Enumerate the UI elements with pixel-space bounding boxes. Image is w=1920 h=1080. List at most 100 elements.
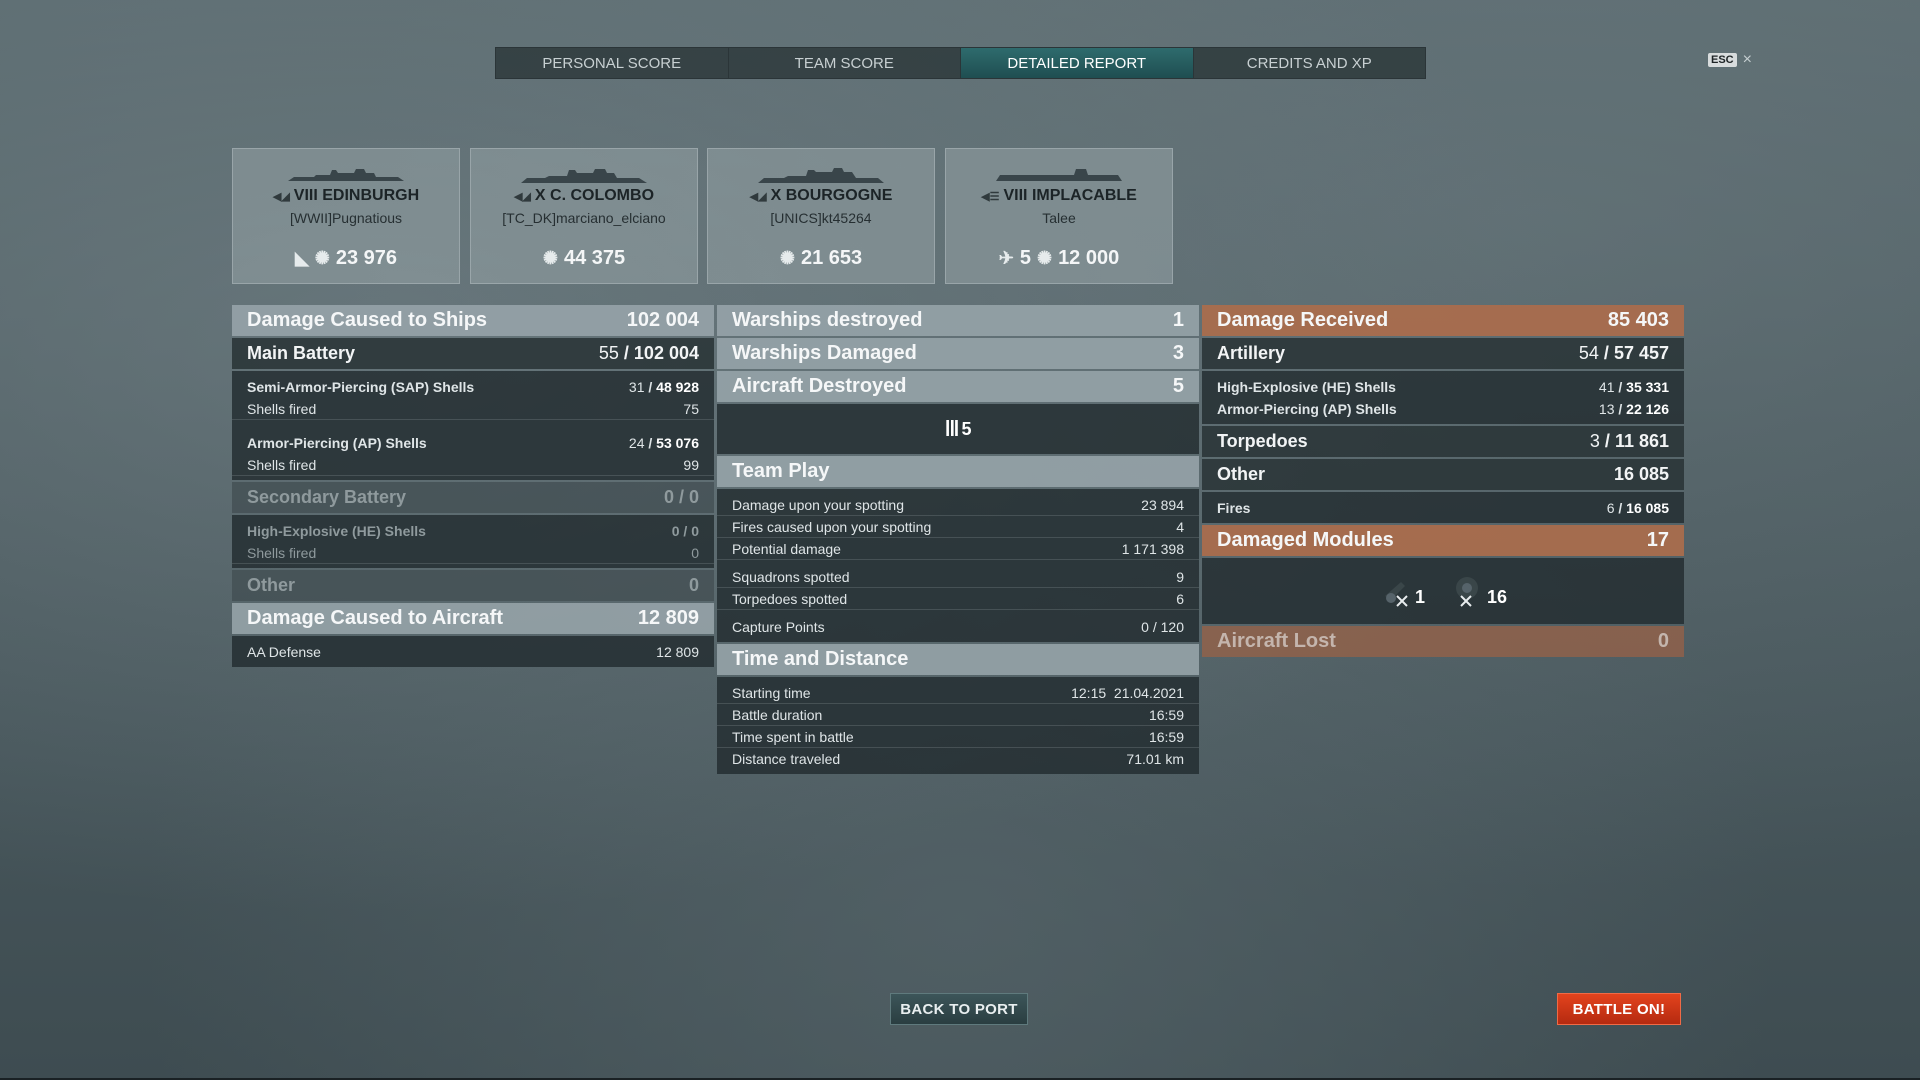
row-value: 6 / 16 085 — [1606, 500, 1669, 516]
battleship-silhouette-icon — [758, 168, 884, 183]
row-label: Fires caused upon your spotting — [732, 518, 932, 535]
row-value: 1 — [1172, 309, 1184, 331]
team-play-header: Team Play — [717, 456, 1199, 487]
gun-module-item: 1 — [1379, 574, 1425, 608]
close-button[interactable]: ESC × — [1708, 51, 1752, 69]
he-shells-row: High-Explosive (HE) Shells 0 / 0 — [232, 520, 714, 542]
row-value: 54 / 57 457 — [1578, 343, 1669, 363]
torpedoes-received-row: Torpedoes 3 / 11 861 — [1202, 426, 1684, 457]
torpedoes-spotted-row: Torpedoes spotted 6 — [717, 588, 1199, 610]
row-label: Squadrons spotted — [732, 568, 850, 585]
section-label: Damaged Modules — [1217, 529, 1394, 551]
section-value: 85 403 — [1607, 309, 1669, 331]
damage-value: 23 976 — [335, 247, 398, 269]
torpedo-hit-icon: ◣ — [294, 248, 309, 268]
row-value: 4 — [1176, 518, 1184, 535]
back-to-port-button[interactable]: BACK TO PORT — [890, 993, 1028, 1025]
damage-received-header: Damage Received 85 403 — [1202, 305, 1684, 336]
row-label: Starting time — [732, 684, 811, 701]
fires-row: Fires 6 / 16 085 — [1202, 497, 1684, 519]
row-label: Torpedoes spotted — [732, 590, 848, 607]
spotting-fires-row: Fires caused upon your spotting 4 — [717, 516, 1199, 538]
row-value: 6 — [1176, 590, 1184, 607]
row-label: High-Explosive (HE) Shells — [247, 523, 426, 539]
ship-title: IMPLACABLE — [1031, 187, 1137, 204]
other-damage-row: Other 0 — [232, 570, 714, 601]
tab-team-score[interactable]: TEAM SCORE — [729, 48, 961, 78]
row-value: 3 / 11 861 — [1589, 431, 1669, 451]
time-distance-group: Starting time 12:15 21.04.2021 Battle dur… — [717, 677, 1199, 774]
row-label: Semi-Armor-Piercing (SAP) Shells — [247, 379, 475, 395]
esc-key-icon: ESC — [1708, 53, 1737, 67]
row-label: Shells fired — [247, 544, 317, 561]
battle-on-button[interactable]: BATTLE ON! — [1557, 993, 1681, 1025]
tab-personal-score[interactable]: PERSONAL SCORE — [496, 48, 729, 78]
module-count: 1 — [1414, 587, 1425, 607]
battleship-silhouette-icon — [521, 169, 647, 183]
section-value: 102 004 — [626, 309, 699, 331]
ship-tier: X — [534, 187, 546, 204]
ship-card-bourgogne[interactable]: ◀◢ X BOURGOGNE [UNICS]kt45264 ✺ 21 653 — [707, 148, 935, 284]
row-label: Artillery — [1217, 343, 1286, 363]
row-value: 0 — [688, 575, 699, 595]
ship-name: ◀◢ X BOURGOGNE — [708, 187, 934, 205]
row-label: Fires — [1217, 500, 1251, 516]
artillery-row: Artillery 54 / 57 457 — [1202, 338, 1684, 369]
tab-detailed-report[interactable]: DETAILED REPORT — [961, 48, 1194, 78]
ship-card-implacable[interactable]: ◀☰ VIII IMPLACABLE Talee ✈ 5 ✺ 12 000 — [945, 148, 1173, 284]
damaged-modules-detail: 1 16 — [1202, 558, 1684, 624]
row-label: Armor-Piercing (AP) Shells — [247, 435, 427, 451]
ap-shells-received-row: Armor-Piercing (AP) Shells 13 / 22 126 — [1202, 398, 1684, 420]
distance-traveled-row: Distance traveled 71.01 km — [717, 748, 1199, 770]
row-value: 12:15 21.04.2021 — [1071, 684, 1184, 701]
player-name: [TC_DK]marciano_elciano — [502, 210, 666, 226]
damage-burst-icon: ✺ — [779, 248, 795, 268]
sap-shells-group: Semi-Armor-Piercing (SAP) Shells 31 / 48… — [232, 371, 714, 480]
he-shells-fired-row: Shells fired 0 — [232, 542, 714, 564]
row-value: 75 — [683, 400, 699, 417]
sap-shells-fired-row: Shells fired 75 — [232, 398, 714, 420]
ship-name: ◀◢ X C. COLOMBO — [471, 187, 697, 205]
module-count: 16 — [1486, 587, 1508, 607]
ship-stats: ◣ ✺ 23 976 — [233, 247, 459, 270]
row-value: 0 / 0 — [671, 523, 699, 539]
other-received-row: Other 16 085 — [1202, 459, 1684, 490]
damage-burst-icon: ✺ — [314, 248, 330, 268]
damage-burst-icon: ✺ — [1036, 248, 1053, 268]
section-value: 17 — [1646, 529, 1669, 551]
artillery-shells-group: High-Explosive (HE) Shells 41 / 35 331 A… — [1202, 371, 1684, 424]
damage-value: 12 000 — [1058, 247, 1120, 269]
aircraft-count: 5 — [1019, 247, 1031, 269]
section-value: 0 — [1657, 630, 1669, 652]
damage-value: 21 653 — [800, 247, 863, 269]
ship-card-colombo[interactable]: ◀◢ X C. COLOMBO [TC_DK]marciano_elciano ✺… — [470, 148, 698, 284]
aircraft-lost-header: Aircraft Lost 0 — [1202, 626, 1684, 657]
row-value: 0 / 120 — [1141, 619, 1184, 635]
row-label: Battle duration — [732, 706, 823, 723]
row-value: 41 / 35 331 — [1598, 379, 1669, 395]
row-value: 16:59 — [1148, 728, 1184, 745]
row-value: 3 — [1172, 342, 1184, 364]
tab-credits-and-xp[interactable]: CREDITS AND XP — [1194, 48, 1426, 78]
he-shells-received-row: High-Explosive (HE) Shells 41 / 35 331 — [1202, 376, 1684, 398]
row-value: 5 — [1172, 375, 1184, 397]
damage-received-panel: Damage Received 85 403 Artillery 54 / 57… — [1202, 305, 1684, 659]
ship-stats: ✺ 21 653 — [708, 247, 934, 270]
row-value: 55 / 102 004 — [598, 343, 699, 363]
row-label: Other — [1217, 464, 1266, 484]
ship-card-edinburgh[interactable]: ◀◢ VIII EDINBURGH [WWII]Pugnatious ◣ ✺ 23… — [232, 148, 460, 284]
ship-tier: X — [770, 187, 782, 204]
row-value: 16 085 — [1613, 464, 1669, 484]
damage-burst-icon: ✺ — [542, 248, 558, 268]
combat-results-panel: Warships destroyed 1 Warships Damaged 3 … — [717, 305, 1199, 776]
row-label: Other — [247, 575, 296, 595]
row-label: AA Defense — [247, 644, 321, 660]
row-label: Distance traveled — [732, 751, 841, 767]
section-label: Damage Caused to Ships — [247, 309, 488, 331]
potential-damage-row: Potential damage 1 171 398 — [717, 538, 1199, 560]
time-in-battle-row: Time spent in battle 16:59 — [717, 726, 1199, 748]
player-name: [WWII]Pugnatious — [289, 210, 403, 226]
section-label: Damage Received — [1217, 309, 1389, 331]
section-label: Aircraft Lost — [1217, 630, 1336, 652]
squadrons-spotted-row: Squadrons spotted 9 — [717, 566, 1199, 588]
